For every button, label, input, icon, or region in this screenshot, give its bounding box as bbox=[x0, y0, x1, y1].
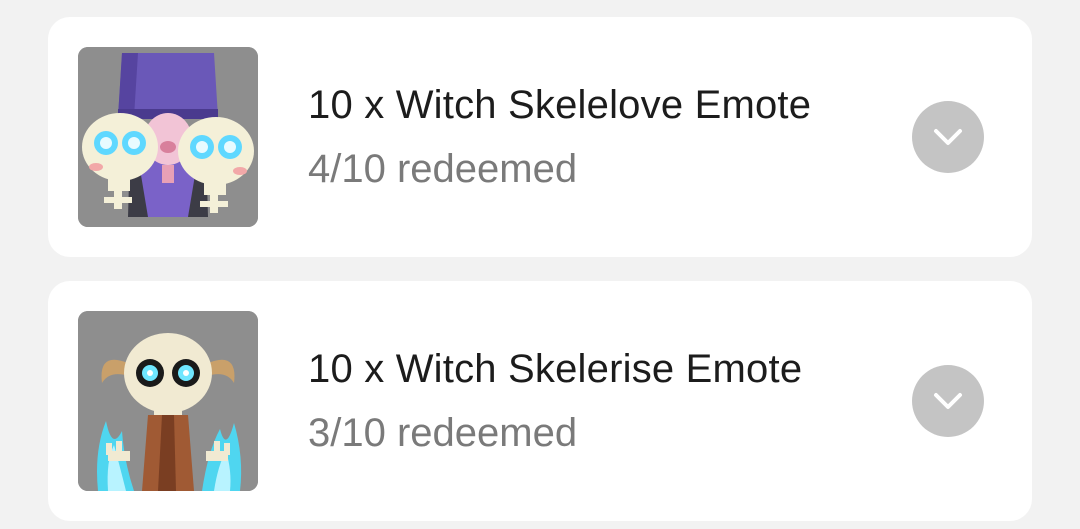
reward-card[interactable]: 10 x Witch Skelerise Emote 3/10 redeemed bbox=[48, 281, 1032, 521]
redeemed-count: 3/10 redeemed bbox=[308, 411, 578, 455]
reward-title: 10 x Witch Skelelove Emote bbox=[308, 83, 812, 127]
witch-skelerise-emote-icon bbox=[78, 311, 258, 491]
witch-skelelove-emote-icon bbox=[78, 47, 258, 227]
reward-card[interactable]: 10 x Witch Skelelove Emote 4/10 redeemed bbox=[48, 17, 1032, 257]
expand-button[interactable] bbox=[912, 101, 984, 173]
chevron-down-icon bbox=[934, 129, 962, 145]
reward-title: 10 x Witch Skelerise Emote bbox=[308, 347, 803, 391]
chevron-down-icon bbox=[934, 393, 962, 409]
expand-button[interactable] bbox=[912, 365, 984, 437]
redeemed-count: 4/10 redeemed bbox=[308, 147, 578, 191]
